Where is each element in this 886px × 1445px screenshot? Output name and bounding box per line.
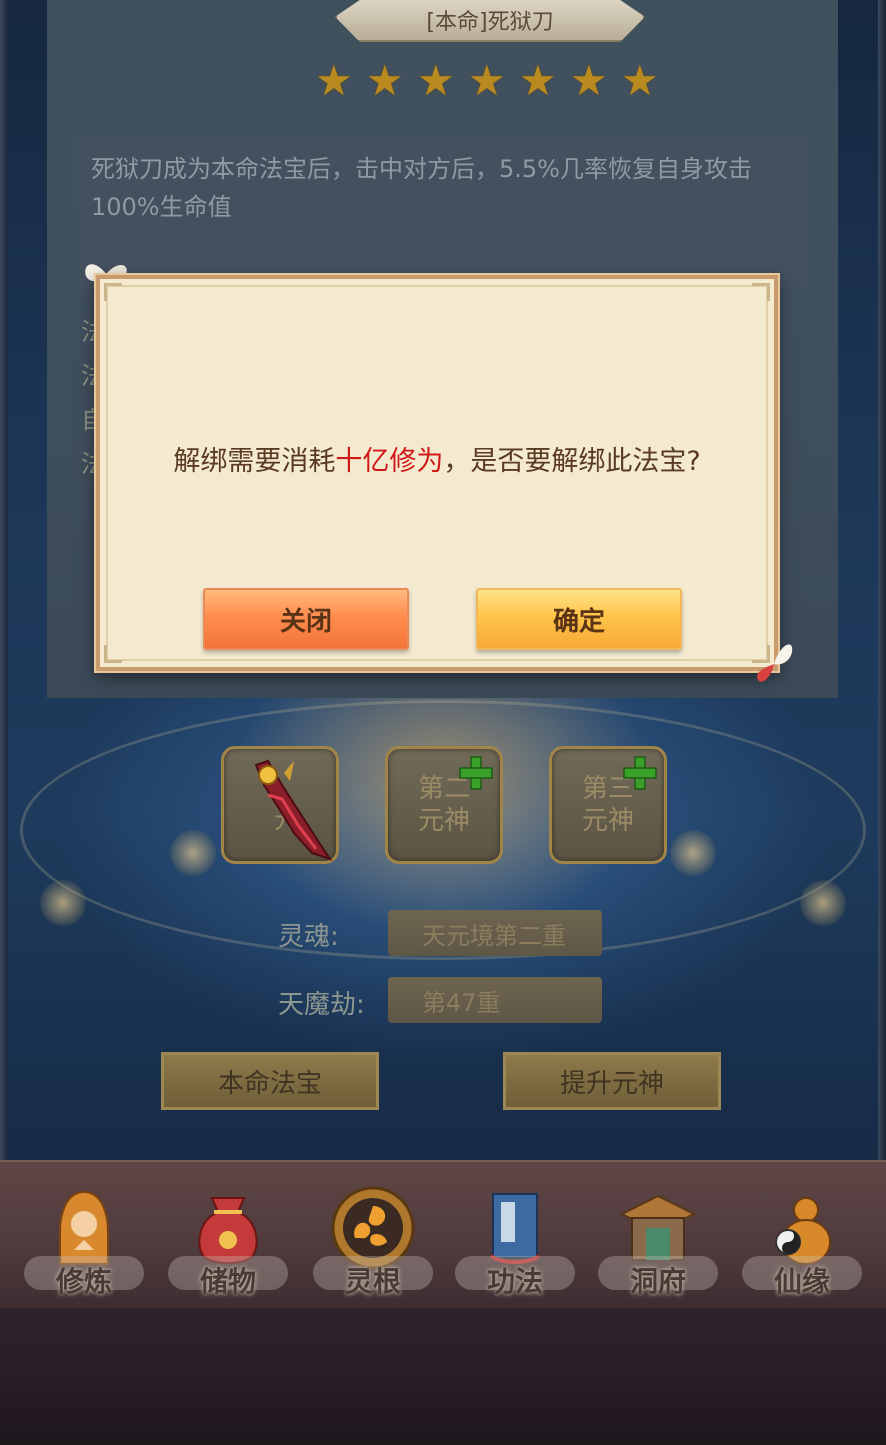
tribulation-label: 天魔劫: xyxy=(278,990,365,1020)
star-icon: ★ xyxy=(366,56,404,105)
butterfly-decoration-icon xyxy=(757,644,793,682)
star-icon: ★ xyxy=(315,56,353,105)
nav-label: 修炼 xyxy=(55,1265,112,1298)
soul-slot-label: 元神 xyxy=(417,806,470,836)
upgrade-soul-button[interactable]: 提升元神 xyxy=(503,1052,721,1110)
star-icon: ★ xyxy=(570,56,608,105)
dialog-corner-ornament xyxy=(104,645,122,663)
magic-circle-glyph xyxy=(670,830,716,876)
dialog-message-part: 解绑需要消耗 xyxy=(173,446,336,477)
nav-label: 功法 xyxy=(486,1265,543,1298)
star-rating: ★ ★ ★ ★ ★ ★ ★ xyxy=(315,60,663,102)
frame-left xyxy=(0,0,8,1160)
nav-item-skills[interactable]: 功法 xyxy=(455,1174,575,1308)
death-prison-blade-icon xyxy=(254,759,333,861)
treasure-description: 死狱刀成为本命法宝后，击中对方后，5.5%几率恢复自身攻击100%生命值 xyxy=(91,155,752,221)
nav-item-cave[interactable]: 洞府 xyxy=(598,1174,718,1308)
treasure-title: [本命]死狱刀 xyxy=(426,10,554,35)
soul-slot-2[interactable]: 第二 元神 xyxy=(385,746,503,864)
nav-item-spirit-root[interactable]: 灵根 xyxy=(313,1174,433,1308)
star-icon: ★ xyxy=(621,56,659,105)
nav-item-cultivate[interactable]: 修炼 xyxy=(24,1174,144,1308)
tribulation-value: 第47重 xyxy=(388,977,602,1023)
magic-circle-glyph xyxy=(170,830,216,876)
nav-label: 储物 xyxy=(199,1265,256,1298)
nav-item-storage[interactable]: 储物 xyxy=(168,1174,288,1308)
dialog-corner-ornament xyxy=(104,283,122,301)
lower-empty-area xyxy=(0,1308,886,1445)
unbind-confirm-dialog: 解绑需要消耗十亿修为，是否要解绑此法宝? 关闭 确定 xyxy=(96,275,778,671)
treasure-description-box: 死狱刀成为本命法宝后，击中对方后，5.5%几率恢复自身攻击100%生命值 xyxy=(79,136,807,288)
dialog-message: 解绑需要消耗十亿修为，是否要解绑此法宝? xyxy=(100,439,774,478)
nav-label: 灵根 xyxy=(344,1265,401,1298)
nav-label: 洞府 xyxy=(629,1265,686,1298)
dialog-corner-ornament xyxy=(752,283,770,301)
nav-item-immortal-fate[interactable]: 仙缘 xyxy=(742,1174,862,1308)
natal-treasure-button[interactable]: 本命法宝 xyxy=(161,1052,379,1110)
soul-slot-1[interactable]: 元 xyxy=(221,746,339,864)
soul-realm-label: 灵魂: xyxy=(278,922,339,952)
soul-realm-value: 天元境第二重 xyxy=(388,910,602,956)
magic-circle-glyph xyxy=(40,880,86,926)
star-icon: ★ xyxy=(417,56,455,105)
add-icon xyxy=(623,756,657,790)
confirm-button[interactable]: 确定 xyxy=(476,588,682,650)
star-icon: ★ xyxy=(519,56,557,105)
magic-circle-glyph xyxy=(800,880,846,926)
dialog-message-cost: 十亿修为 xyxy=(335,446,444,477)
nav-label: 仙缘 xyxy=(773,1265,830,1298)
soul-slot-3[interactable]: 第三 元神 xyxy=(549,746,667,864)
frame-right xyxy=(878,0,886,1160)
dialog-message-part: ，是否要解绑此法宝? xyxy=(443,446,701,477)
treasure-title-plate: [本命]死狱刀 xyxy=(335,0,645,42)
add-icon xyxy=(459,756,493,790)
star-icon: ★ xyxy=(468,56,506,105)
soul-slot-label: 元神 xyxy=(581,806,634,836)
close-button[interactable]: 关闭 xyxy=(203,588,409,650)
